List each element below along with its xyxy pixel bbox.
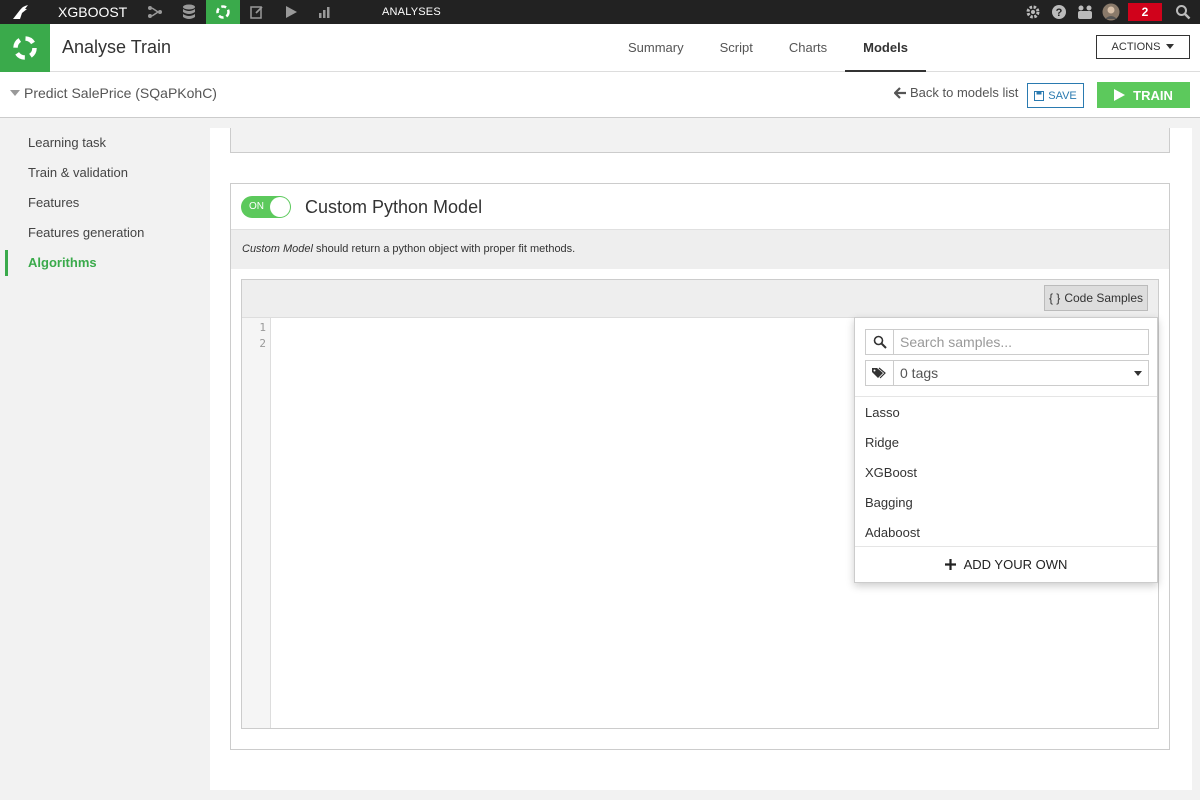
code-samples-dropdown: 0 tags Lasso Ridge XGBoost Bagging Adabo… (854, 317, 1158, 583)
notification-badge[interactable]: 2 (1128, 3, 1162, 21)
section-label: ANALYSES (382, 6, 441, 18)
caret-down-icon (10, 89, 20, 96)
sidebar-item-train-validation[interactable]: Train & validation (0, 158, 210, 188)
line-number: 1 (259, 321, 266, 334)
tab-summary[interactable]: Summary (610, 24, 702, 72)
sample-option-adaboost[interactable]: Adaboost (855, 518, 1157, 548)
search-icon (866, 330, 894, 354)
search-icon[interactable] (1170, 0, 1196, 24)
tab-charts[interactable]: Charts (771, 24, 845, 72)
code-samples-button[interactable]: { } Code Samples (1044, 285, 1148, 311)
analysis-header: Analyse Train Summary Script Charts Mode… (0, 24, 1200, 72)
algorithm-description: Custom Model should return a python obje… (231, 229, 1169, 269)
caret-down-icon (1128, 361, 1148, 385)
analysis-tabs: Summary Script Charts Models (610, 24, 926, 72)
dashboards-icon[interactable] (308, 0, 342, 24)
description-text: should return a python object with prope… (312, 243, 576, 255)
datasets-icon[interactable] (172, 0, 206, 24)
braces-icon: { } (1048, 291, 1061, 305)
floppy-disk-icon (1034, 90, 1045, 101)
model-name: Predict SalePrice (SQaPKohC) (24, 85, 217, 101)
description-emphasis: Custom Model (242, 243, 313, 255)
sample-search-input[interactable] (894, 330, 1148, 354)
code-samples-label: Code Samples (1064, 291, 1144, 305)
dataiku-bird-logo[interactable] (0, 0, 42, 24)
caret-down-icon (1166, 44, 1175, 49)
algorithm-title: Custom Python Model (305, 197, 483, 217)
train-button[interactable]: TRAIN (1097, 82, 1190, 108)
sample-search-box (865, 329, 1149, 355)
model-name-dropdown[interactable]: Predict SalePrice (SQaPKohC) (10, 85, 217, 101)
notebooks-icon[interactable] (240, 0, 274, 24)
add-your-own-button[interactable]: ADD YOUR OWN (855, 546, 1157, 582)
back-to-models-link[interactable]: Back to models list (894, 85, 1018, 100)
arrow-left-icon (894, 86, 906, 99)
page-title: Analyse Train (62, 37, 172, 57)
samples-list: Lasso Ridge XGBoost Bagging Adaboost (855, 396, 1157, 548)
previous-algorithm-box (230, 128, 1170, 153)
toggle-knob (270, 197, 290, 217)
actions-label: ACTIONS (1111, 41, 1161, 53)
tab-models[interactable]: Models (845, 24, 926, 72)
line-number-gutter: 1 2 (242, 318, 271, 728)
train-label: TRAIN (1133, 87, 1173, 103)
svg-text:?: ? (1056, 7, 1063, 19)
play-icon (1114, 89, 1126, 101)
sidebar-item-features[interactable]: Features (0, 188, 210, 218)
save-label: SAVE (1048, 89, 1077, 102)
toggle-label: ON (249, 201, 264, 212)
top-navbar: XGBOOST ANALYSES ? 2 (0, 0, 1200, 24)
gear-icon[interactable] (1020, 0, 1046, 24)
sample-option-xgboost[interactable]: XGBoost (855, 458, 1157, 488)
tab-script[interactable]: Script (702, 24, 771, 72)
design-sidebar: Learning task Train & validation Feature… (0, 128, 210, 278)
line-number: 2 (259, 337, 266, 350)
analyses-logo-icon (0, 24, 50, 72)
back-label: Back to models list (910, 85, 1019, 100)
team-icon[interactable] (1072, 0, 1098, 24)
sample-option-bagging[interactable]: Bagging (855, 488, 1157, 518)
analyses-icon[interactable] (206, 0, 240, 24)
jobs-icon[interactable] (274, 0, 308, 24)
avatar[interactable] (1098, 0, 1124, 24)
tags-select[interactable]: 0 tags (865, 360, 1149, 386)
sidebar-item-algorithms[interactable]: Algorithms (0, 248, 210, 278)
save-button[interactable]: SAVE (1027, 83, 1084, 108)
algorithm-header: ON Custom Python Model (231, 184, 1169, 229)
project-name[interactable]: XGBOOST (42, 4, 138, 20)
help-icon[interactable]: ? (1046, 0, 1072, 24)
tags-value: 0 tags (900, 365, 939, 381)
sidebar-item-learning-task[interactable]: Learning task (0, 128, 210, 158)
plus-icon (944, 559, 956, 570)
sample-option-lasso[interactable]: Lasso (855, 398, 1157, 428)
editor-toolbar: { } Code Samples (242, 280, 1158, 318)
model-toolbar: Predict SalePrice (SQaPKohC) Back to mod… (0, 72, 1200, 118)
flow-icon[interactable] (138, 0, 172, 24)
sample-option-ridge[interactable]: Ridge (855, 428, 1157, 458)
sidebar-item-features-generation[interactable]: Features generation (0, 218, 210, 248)
algorithm-toggle[interactable]: ON (241, 196, 291, 218)
tags-icon (866, 361, 894, 385)
add-your-own-label: ADD YOUR OWN (963, 557, 1068, 572)
actions-button[interactable]: ACTIONS (1096, 35, 1190, 59)
